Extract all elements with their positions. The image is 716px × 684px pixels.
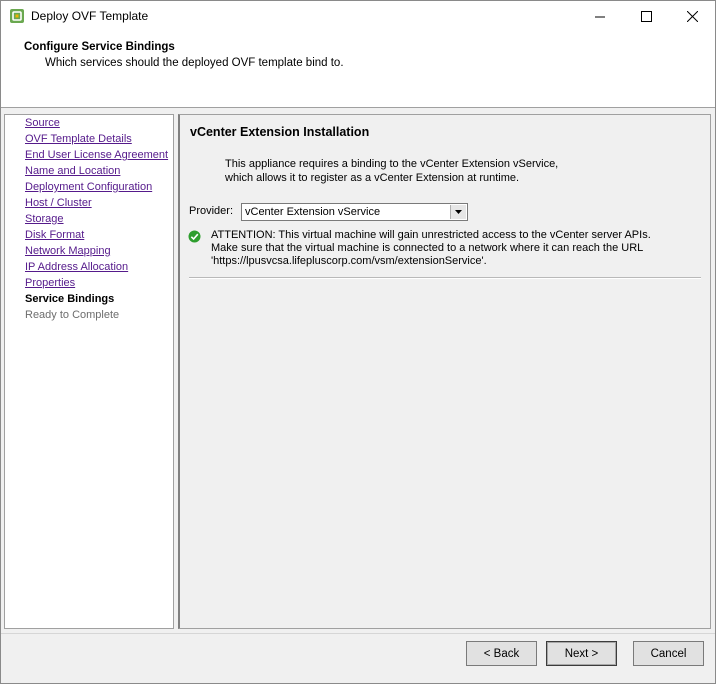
dropdown-arrow[interactable] [450, 205, 466, 219]
provider-selected-value: vCenter Extension vService [245, 206, 381, 218]
back-button[interactable]: < Back [466, 641, 537, 666]
nav-item-storage[interactable]: Storage [25, 213, 64, 225]
maximize-button[interactable] [623, 1, 669, 32]
nav-item-service-bindings: Service Bindings [25, 293, 115, 305]
vsphere-app-icon [10, 9, 24, 23]
nav-item-ready-to-complete: Ready to Complete [25, 309, 120, 321]
nav-item-eula[interactable]: End User License Agreement [25, 149, 168, 161]
wizard-header: Configure Service Bindings Which service… [1, 32, 715, 108]
nav-item-disk-format[interactable]: Disk Format [25, 229, 84, 241]
nav-item-ip-allocation[interactable]: IP Address Allocation [25, 261, 128, 273]
nav-item-source[interactable]: Source [25, 117, 60, 129]
cancel-button[interactable]: Cancel [633, 641, 704, 666]
title-bar: Deploy OVF Template [1, 1, 715, 32]
provider-select[interactable]: vCenter Extension vService [241, 203, 468, 221]
panel-divider [189, 277, 701, 279]
attention-message: ATTENTION: This virtual machine will gai… [211, 229, 651, 268]
provider-label: Provider: [189, 205, 234, 217]
nav-item-deployment-configuration[interactable]: Deployment Configuration [25, 181, 152, 193]
nav-item-properties[interactable]: Properties [25, 277, 75, 289]
maximize-icon [640, 11, 652, 22]
attention-line-3: 'https://lpusvcsa.lifepluscorp.com/vsm/e… [211, 255, 487, 267]
panel-title: vCenter Extension Installation [190, 125, 370, 139]
binding-description: This appliance requires a binding to the… [225, 157, 558, 185]
footer-separator [1, 633, 715, 634]
nav-item-network-mapping[interactable]: Network Mapping [25, 245, 111, 257]
nav-item-ovf-template-details[interactable]: OVF Template Details [25, 133, 132, 145]
chevron-down-icon [455, 210, 462, 214]
description-line-2: which allows it to register as a vCenter… [225, 172, 520, 184]
minimize-icon [595, 16, 605, 17]
description-line-1: This appliance requires a binding to the… [225, 158, 559, 170]
minimize-button[interactable] [577, 1, 623, 32]
attention-line-1: ATTENTION: This virtual machine will gai… [211, 229, 651, 241]
step-title: Configure Service Bindings [24, 41, 175, 53]
close-icon [686, 11, 698, 22]
nav-item-host-cluster[interactable]: Host / Cluster [25, 197, 92, 209]
attention-line-2: Make sure that the virtual machine is co… [211, 242, 644, 254]
nav-item-name-location[interactable]: Name and Location [25, 165, 120, 177]
next-button[interactable]: Next > [546, 641, 617, 666]
wizard-steps-nav: Source OVF Template Details End User Lic… [4, 114, 174, 629]
service-binding-panel: vCenter Extension Installation This appl… [178, 114, 711, 629]
step-subtitle: Which services should the deployed OVF t… [45, 57, 344, 69]
check-icon [188, 230, 201, 243]
deploy-ovf-window: Deploy OVF Template Configure Service Bi… [0, 0, 716, 684]
close-button[interactable] [669, 1, 715, 32]
window-title: Deploy OVF Template [31, 9, 149, 23]
